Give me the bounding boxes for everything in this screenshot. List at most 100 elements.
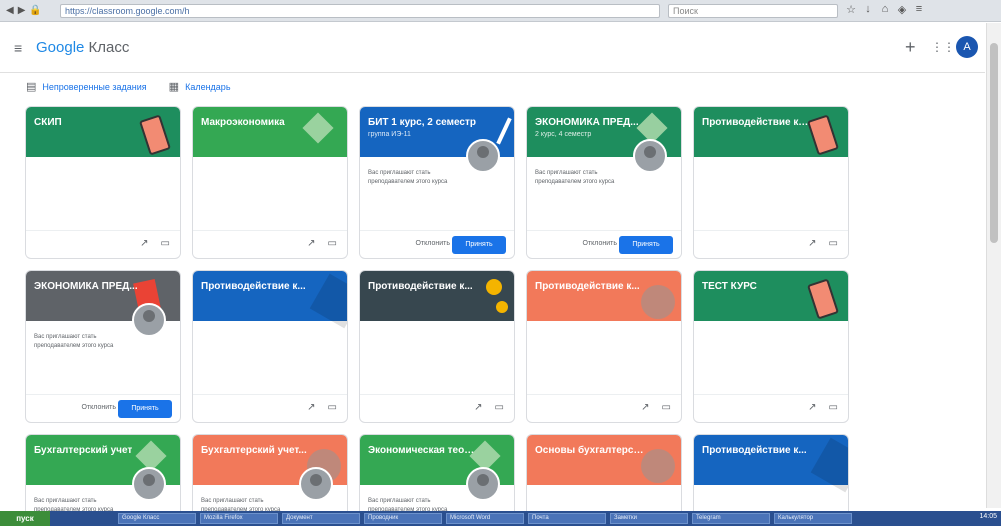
card-title[interactable]: Макроэкономика (201, 117, 313, 128)
shield-icon[interactable]: ◈ (897, 3, 907, 16)
trending-icon[interactable]: ↗ (808, 238, 816, 249)
card-title[interactable]: ЭКОНОМИКА ПРЕД... (34, 281, 146, 292)
class-card[interactable]: Экономическая теория Вас приглашают стать… (359, 434, 515, 511)
decline-button[interactable]: Отклонить (416, 240, 450, 247)
teacher-avatar (132, 303, 166, 337)
accept-button[interactable]: Принять (118, 400, 172, 418)
add-class-icon[interactable]: + (905, 37, 916, 58)
card-header[interactable]: Противодействие к... (694, 435, 848, 493)
taskbar-task[interactable]: Почта (528, 513, 606, 524)
class-card[interactable]: Противодействие к... ↗ ▭ (192, 270, 348, 423)
folder-icon[interactable]: ▭ (829, 402, 838, 413)
card-header[interactable]: Основы бухгалтерского... (527, 435, 681, 485)
quick-links: ▤ Непроверенные задания ▦ Календарь (26, 80, 231, 93)
card-header[interactable]: ТЕСТ КУРС (694, 271, 848, 321)
invite-message: Вас приглашают стать преподавателем этог… (201, 498, 281, 511)
unchecked-tasks-link[interactable]: ▤ Непроверенные задания (26, 80, 147, 93)
tray-clock: 14:05 (979, 513, 997, 520)
class-card[interactable]: Макроэкономика ↗ ▭ (192, 106, 348, 259)
card-title[interactable]: Бухгалтерский учет... (201, 445, 313, 456)
account-avatar[interactable]: А (956, 36, 978, 58)
card-footer-icons: ↗ ▭ (808, 238, 838, 249)
class-card[interactable]: Противодействие к... ↗ ▭ (526, 270, 682, 423)
start-button[interactable]: пуск (0, 511, 50, 526)
star-icon[interactable]: ☆ (846, 3, 856, 16)
teacher-avatar (466, 139, 500, 173)
decline-button[interactable]: Отклонить (583, 240, 617, 247)
hamburger-icon[interactable]: ≡ (14, 40, 22, 56)
taskbar-task[interactable]: Mozilla Firefox (200, 513, 278, 524)
app-title[interactable]: Google Класс (36, 39, 129, 56)
class-card[interactable]: Противодействие коррупции↗▭ (693, 106, 849, 259)
class-card[interactable]: ТЕСТ КУРС ↗ ▭ (693, 270, 849, 423)
taskbar-task[interactable]: Калькулятор (774, 513, 852, 524)
menu-icon[interactable]: ≡ (914, 3, 924, 16)
forward-icon[interactable]: ▶ (18, 5, 26, 16)
trending-icon[interactable]: ↗ (474, 402, 482, 413)
browser-search-input[interactable]: Поиск (668, 4, 838, 18)
accept-button[interactable]: Принять (619, 236, 673, 254)
card-title[interactable]: Бухгалтерский учет (34, 445, 146, 456)
card-header[interactable]: Макроэкономика (193, 107, 347, 157)
class-card[interactable]: Бухгалтерский учет... Вас приглашают стат… (192, 434, 348, 511)
decline-button[interactable]: Отклонить (82, 404, 116, 411)
address-bar[interactable]: https://classroom.google.com/h (60, 4, 660, 18)
card-header[interactable]: Противодействие к... (360, 271, 514, 321)
folder-icon[interactable]: ▭ (328, 238, 337, 249)
class-card[interactable]: БИТ 1 курс, 2 семестр группа ИЭ-11 Вас при… (359, 106, 515, 259)
scroll-thumb[interactable] (990, 43, 998, 243)
taskbar-task[interactable]: Документ (282, 513, 360, 524)
card-title[interactable]: ТЕСТ КУРС (702, 281, 814, 292)
trending-icon[interactable]: ↗ (307, 238, 315, 249)
folder-icon[interactable]: ▭ (328, 402, 337, 413)
back-icon[interactable]: ◀ (6, 5, 14, 16)
home-icon[interactable]: ⌂ (880, 3, 890, 16)
card-title[interactable]: БИТ 1 курс, 2 семестр (368, 117, 480, 128)
card-title[interactable]: СКИП (34, 117, 146, 128)
folder-icon[interactable]: ▭ (662, 402, 671, 413)
teacher-avatar (132, 467, 166, 501)
taskbar-task[interactable]: Google Класс (118, 513, 196, 524)
card-title[interactable]: Основы бухгалтерского... (535, 445, 647, 456)
class-card[interactable]: Противодействие к... ↗ ▭ (359, 270, 515, 423)
class-card[interactable]: Противодействие к... (693, 434, 849, 511)
calendar-link[interactable]: ▦ Календарь (169, 80, 231, 93)
folder-icon[interactable]: ▭ (161, 238, 170, 249)
wedge-illustration-icon (309, 273, 347, 329)
trending-icon[interactable]: ↗ (140, 238, 148, 249)
card-title[interactable]: ЭКОНОМИКА ПРЕД... (535, 117, 647, 128)
card-header[interactable]: Противодействие коррупции (694, 107, 848, 157)
card-title[interactable]: Противодействие к... (201, 281, 313, 292)
card-header[interactable]: Противодействие к... (193, 271, 347, 329)
trending-icon[interactable]: ↗ (307, 402, 315, 413)
card-title[interactable]: Противодействие коррупции (702, 117, 814, 128)
card-footer: ↗ ▭ (694, 394, 848, 422)
pencil-illustration-icon (496, 117, 512, 145)
invite-message: Вас приглашают стать преподавателем этог… (368, 170, 448, 185)
card-title[interactable]: Экономическая теория (368, 445, 480, 456)
trending-icon[interactable]: ↗ (808, 402, 816, 413)
card-title[interactable]: Противодействие к... (702, 445, 814, 456)
page-scrollbar[interactable] (986, 23, 1001, 508)
trending-icon[interactable]: ↗ (641, 402, 649, 413)
taskbar-task[interactable]: Telegram (692, 513, 770, 524)
class-card[interactable]: Основы бухгалтерского... (526, 434, 682, 511)
coin-illustration-icon (486, 279, 502, 295)
card-header[interactable]: СКИП (26, 107, 180, 157)
class-card[interactable]: ЭКОНОМИКА ПРЕД... 2 курс, 4 семестр Вас пр… (526, 106, 682, 259)
taskbar-task[interactable]: Заметки (610, 513, 688, 524)
card-title[interactable]: Противодействие к... (368, 281, 480, 292)
folder-icon[interactable]: ▭ (495, 402, 504, 413)
folder-icon[interactable]: ▭ (829, 238, 838, 249)
card-header[interactable]: Противодействие к... (527, 271, 681, 321)
class-card[interactable]: Бухгалтерский учет Вас приглашают стать п… (25, 434, 181, 511)
class-card[interactable]: ЭКОНОМИКА ПРЕД... Вас приглашают стать пр… (25, 270, 181, 423)
taskbar-task[interactable]: Проводник (364, 513, 442, 524)
class-card[interactable]: СКИП ↗ ▭ (25, 106, 181, 259)
app-header: ≡ Google Класс + ⋮⋮⋮ А (0, 23, 985, 73)
taskbar-task[interactable]: Microsoft Word (446, 513, 524, 524)
card-title[interactable]: Противодействие к... (535, 281, 647, 292)
download-icon[interactable]: ↓ (863, 3, 873, 16)
card-footer-icons: ↗ ▭ (307, 402, 337, 413)
accept-button[interactable]: Принять (452, 236, 506, 254)
